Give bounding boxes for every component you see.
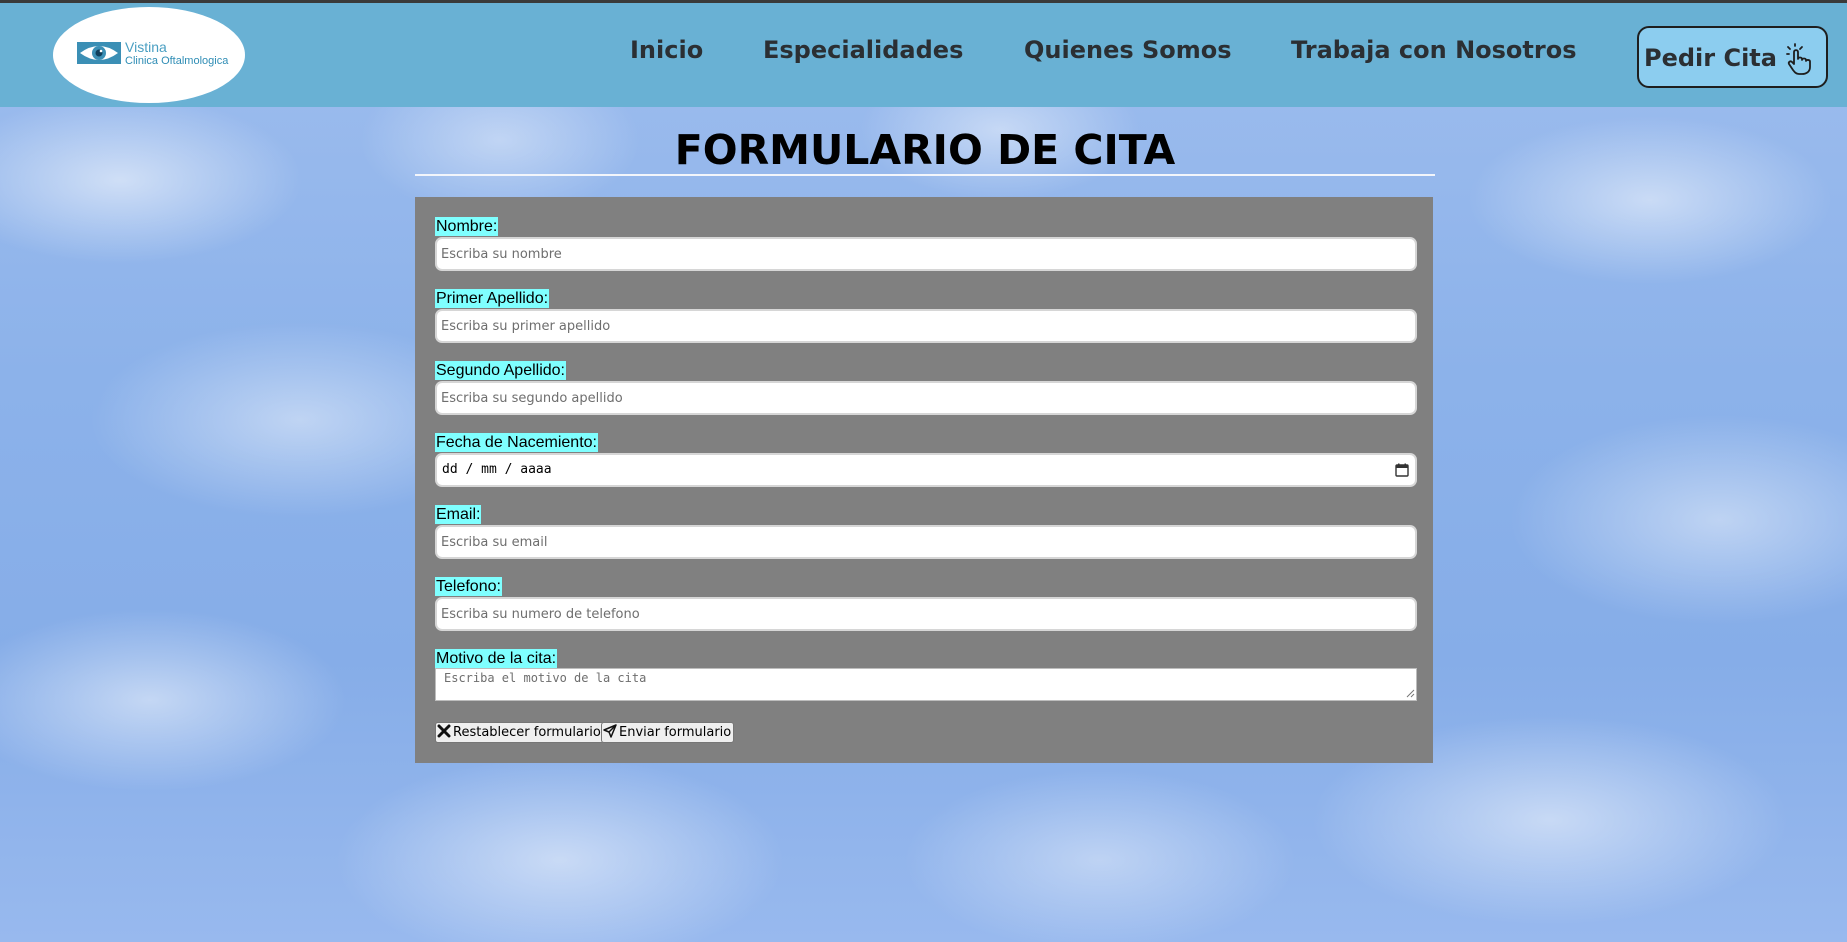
- email-label: Email:: [435, 505, 482, 524]
- clinic-logo[interactable]: Vistina Clinica Oftalmologica: [53, 7, 245, 103]
- resize-handle-icon[interactable]: [1406, 689, 1415, 698]
- motivo-textarea[interactable]: [435, 668, 1417, 701]
- date-value: dd / mm / aaaa: [442, 462, 552, 477]
- nav-link-trabaja-con-nosotros[interactable]: Trabaja con Nosotros: [1291, 35, 1577, 65]
- fecha-nacimiento-label: Fecha de Nacemiento:: [435, 433, 598, 452]
- top-navigation-bar: Vistina Clinica Oftalmologica Inicio Esp…: [0, 0, 1847, 107]
- title-divider: [415, 174, 1435, 176]
- motivo-label: Motivo de la cita:: [435, 649, 558, 668]
- telefono-input[interactable]: [435, 597, 1417, 631]
- telefono-label: Telefono:: [435, 577, 502, 596]
- logo-name: Vistina: [125, 39, 167, 55]
- submit-form-button[interactable]: Enviar formulario: [601, 722, 735, 743]
- reset-form-button[interactable]: Restablecer formulario: [435, 722, 604, 743]
- paper-plane-icon: [603, 724, 617, 738]
- page-title: FORMULARIO DE CITA: [674, 126, 1176, 174]
- primer-apellido-label: Primer Apellido:: [435, 289, 550, 308]
- nav-link-quienes-somos[interactable]: Quienes Somos: [1024, 35, 1232, 65]
- nombre-input[interactable]: [435, 237, 1417, 271]
- nav-link-inicio[interactable]: Inicio: [630, 35, 703, 65]
- primer-apellido-input[interactable]: [435, 309, 1417, 343]
- eye-icon: [77, 42, 121, 64]
- nombre-label: Nombre:: [435, 217, 499, 236]
- logo-subtitle: Clinica Oftalmologica: [125, 55, 229, 67]
- hand-pointer-icon: [1786, 43, 1811, 75]
- appointment-form: Nombre: Primer Apellido: Segundo Apellid…: [415, 197, 1433, 763]
- nav-link-especialidades[interactable]: Especialidades: [763, 35, 963, 65]
- close-icon: [437, 724, 451, 738]
- pedir-cita-button[interactable]: Pedir Cita: [1637, 26, 1828, 88]
- email-input[interactable]: [435, 525, 1417, 559]
- reset-form-label: Restablecer formulario: [453, 725, 601, 740]
- submit-form-label: Enviar formulario: [619, 725, 732, 740]
- fecha-nacimiento-input[interactable]: dd / mm / aaaa: [435, 453, 1417, 487]
- segundo-apellido-input[interactable]: [435, 381, 1417, 415]
- calendar-icon[interactable]: [1395, 463, 1409, 477]
- segundo-apellido-label: Segundo Apellido:: [435, 361, 566, 380]
- pedir-cita-label: Pedir Cita: [1644, 44, 1777, 72]
